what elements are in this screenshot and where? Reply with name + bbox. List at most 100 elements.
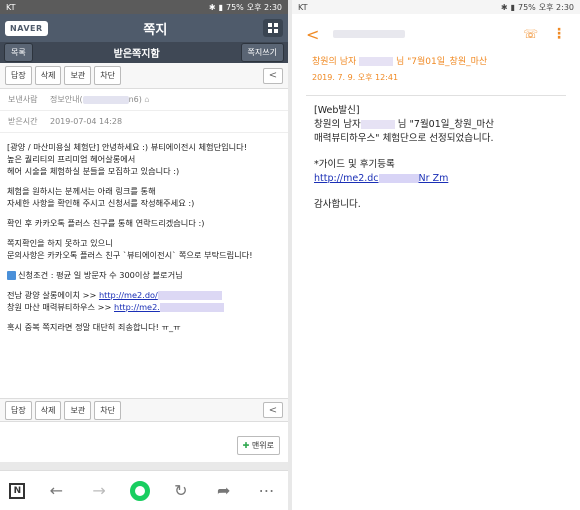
top-action-bar: 답장 삭제 보관 차단 < [0, 63, 288, 89]
received-row: 받은시간 2019-07-04 14:28 [0, 111, 288, 133]
sms-header: < ☏ ⋮ [292, 14, 580, 54]
bottom-action-bar: 답장 삭제 보관 차단 < [0, 398, 288, 422]
chevron-left-icon[interactable]: < [263, 402, 283, 418]
sms-body: [Web발신] 창원의 남자 님 "7월01일_창원_마산 매력뷰티하우스" 체… [292, 104, 580, 212]
divider [0, 462, 288, 470]
web-origin-label: [Web발신] [314, 105, 360, 116]
archive-button[interactable]: 보관 [64, 66, 92, 85]
message-subject: 창원의 남자 님 "7월01일_창원_마산 [292, 54, 580, 70]
redacted-block [378, 174, 419, 183]
message-paragraph: 신청조건 : 평균 일 방문자 수 300이상 블로거님 [7, 269, 281, 281]
naver-home-icon[interactable]: N [9, 482, 26, 499]
green-home-icon[interactable] [129, 480, 150, 501]
share-icon[interactable]: ➦ [212, 481, 236, 500]
archive-button[interactable]: 보관 [64, 400, 92, 420]
more-dots-icon[interactable]: ⋯ [254, 481, 278, 500]
forward-arrow-icon[interactable]: → [87, 481, 111, 500]
more-vert-icon[interactable]: ⋮ [552, 26, 566, 42]
sender-row: 보낸사람 정보안내(n6) ⌂ [0, 89, 288, 111]
reply-button[interactable]: 답장 [5, 66, 32, 85]
back-chevron-icon[interactable]: < [306, 25, 319, 44]
mailbox-subbar: 목록 받은쪽지함 쪽지쓰기 [0, 42, 288, 63]
redacted-block [82, 95, 129, 104]
sms-screen: KT ✱ ▮ 75% 오후 2:30 < ☏ ⋮ 창원의 남자 님 "7월01일… [292, 0, 580, 510]
message-paragraph: [광양 / 마산미용실 체험단] 안녕하세요 :) 뷰티에이전시 체험단입니다!… [7, 142, 247, 176]
block-button[interactable]: 차단 [94, 66, 121, 85]
sender-suffix: n6) [128, 95, 142, 104]
sms-paragraph: *가이드 및 후기등록 http://me2.dc Nr Zm [314, 158, 558, 186]
apps-grid-button[interactable] [263, 19, 283, 37]
message-paragraph: 혹시 중복 쪽지라면 정말 대단히 죄송합니다! ㅠ_ㅠ [7, 322, 181, 332]
signal-icon: ▮ [218, 2, 223, 12]
status-bar: KT ✱ ▮ 75% 오후 2:30 [292, 0, 580, 14]
link-prefix: http://me2.dc [314, 173, 379, 184]
message-paragraph: 전남 광양 살롱에이치 >> http://me2.do/ [7, 289, 281, 301]
redacted-block [359, 57, 394, 66]
reply-button[interactable]: 답장 [5, 400, 32, 420]
message-date: 2019. 7. 9. 오후 12:41 [312, 73, 399, 82]
carrier-label: KT [6, 2, 16, 12]
back-arrow-icon[interactable]: ← [44, 481, 68, 500]
time-label: 오후 2:30 [246, 2, 282, 12]
requirement-text: 신청조건 : 평균 일 방문자 수 300이상 블로거님 [18, 270, 183, 280]
status-icons: ✱ ▮ 75% 오후 2:30 [501, 2, 574, 13]
gwangyang-link[interactable]: http://me2.do/ [99, 290, 158, 300]
sms-paragraph: [Web발신] 창원의 남자 님 "7월01일_창원_마산 매력뷰티하우스" 체… [314, 104, 558, 146]
status-icons: ✱ ▮ 75% 오후 2:30 [209, 2, 282, 13]
subject-prefix: 창원의 남자 [312, 57, 357, 67]
up-arrow-icon: ✚ [242, 441, 252, 450]
subject-suffix: 님 "7월01일_창원_마산 [396, 57, 488, 67]
recipient-prefix: 창원의 남자 [314, 119, 361, 130]
masan-label: 창원 마산 매력뷰티하우스 >> [7, 302, 114, 312]
message-paragraph: 창원 마산 매력뷰티하우스 >> http://me2. [7, 301, 281, 313]
sender-value: 정보안내( n6) ⌂ [50, 94, 149, 105]
pin-icon [7, 271, 16, 280]
bluetooth-icon: ✱ [500, 2, 508, 12]
gwangyang-label: 전남 광양 살롱에이치 >> [7, 290, 99, 300]
naver-header: NAVER 쪽지 [0, 14, 288, 42]
battery-label: 75% [225, 2, 244, 12]
inbox-title: 받은쪽지함 [113, 49, 160, 60]
naver-logo[interactable]: NAVER [5, 20, 48, 36]
page-title: 쪽지 [143, 22, 168, 38]
guide-label: *가이드 및 후기등록 [314, 159, 395, 170]
masan-link[interactable]: http://me2. [114, 302, 160, 312]
bluetooth-icon: ✱ [208, 2, 216, 12]
battery-label: 75% [517, 2, 536, 12]
chevron-left-icon[interactable]: < [263, 67, 283, 84]
grid-icon [268, 23, 278, 33]
scroll-top-button[interactable]: ✚ 맨위로 [236, 436, 280, 455]
refresh-icon[interactable]: ↻ [169, 481, 193, 500]
guide-link[interactable]: http://me2.dc Nr Zm [314, 173, 448, 184]
message-paragraph: 확인 후 카카오톡 플러스 친구를 통해 연락드리겠습니다 :) [7, 218, 205, 228]
phone-call-icon[interactable]: ☏ [523, 27, 538, 41]
message-body: [광양 / 마산미용실 체험단] 안녕하세요 :) 뷰티에이전시 체험단입니다!… [0, 133, 288, 333]
sender-prefix: 정보안내( [50, 95, 83, 104]
browser-bottom-nav: N ← → ↻ ➦ ⋯ [0, 470, 288, 510]
link-suffix: Nr Zm [418, 173, 449, 184]
block-button[interactable]: 차단 [94, 400, 121, 420]
scroll-top-label: 맨위로 [251, 441, 274, 450]
message-paragraph: 체험을 원하시는 분께서는 아래 링크를 통해 자세한 사항을 확인해 주시고 … [7, 186, 195, 208]
delete-button[interactable]: 삭제 [34, 66, 62, 85]
redacted-block [333, 29, 406, 38]
sms-paragraph: 감사합니다. [314, 199, 361, 210]
divider [306, 95, 566, 96]
redacted-link [157, 291, 222, 300]
redacted-link [159, 303, 224, 312]
selection-text: 매력뷰티하우스" 체험단으로 선정되었습니다. [314, 133, 494, 144]
compose-button[interactable]: 쪽지쓰기 [240, 43, 284, 62]
screenshot-root: KT ✱ ▮ 75% 오후 2:30 NAVER 쪽지 목록 받은쪽지함 쪽지쓰… [0, 0, 580, 510]
naver-note-screen: KT ✱ ▮ 75% 오후 2:30 NAVER 쪽지 목록 받은쪽지함 쪽지쓰… [0, 0, 288, 510]
delete-button[interactable]: 삭제 [34, 400, 62, 420]
recipient-suffix: 님 "7월01일_창원_마산 [397, 119, 494, 130]
received-label: 받은시간 [8, 117, 38, 126]
received-value: 2019-07-04 14:28 [50, 117, 123, 126]
person-icon: ⌂ [144, 95, 150, 104]
list-button[interactable]: 목록 [4, 43, 33, 62]
message-paragraph: 쪽지확인을 하지 못하고 있으니 문의사항은 카카오톡 플러스 친구 `뷰티에이… [7, 238, 253, 260]
time-label: 오후 2:30 [538, 2, 574, 12]
carrier-label: KT [298, 2, 308, 12]
signal-icon: ▮ [510, 2, 515, 12]
contact-name-redacted [333, 29, 509, 39]
